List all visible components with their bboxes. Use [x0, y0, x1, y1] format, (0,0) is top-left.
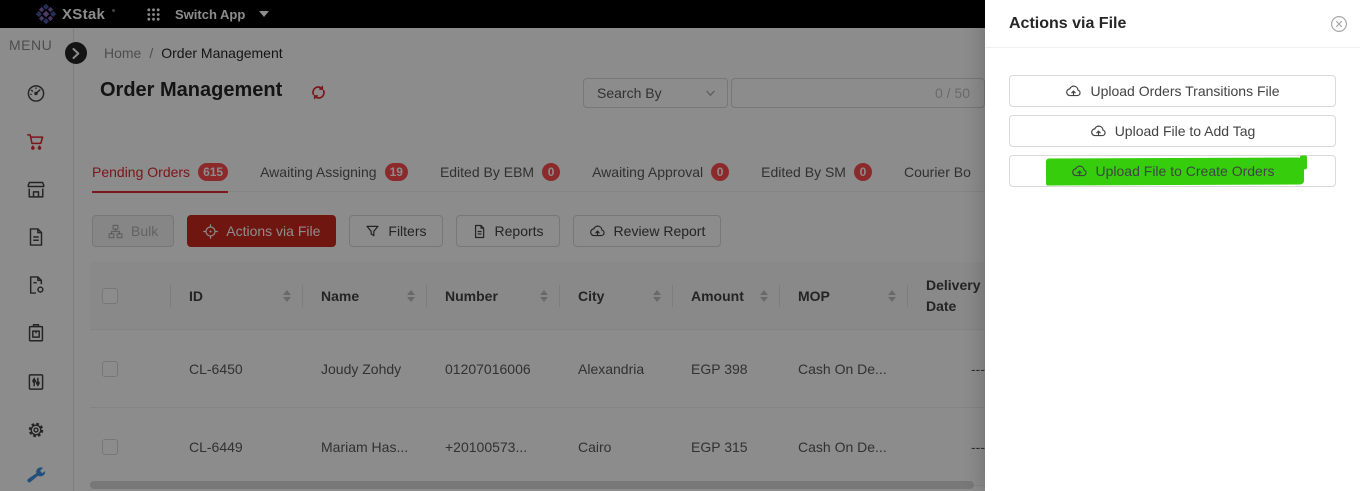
upload-file-to-add-tag-button[interactable]: Upload File to Add Tag: [1009, 115, 1336, 147]
drawer-mask[interactable]: [0, 0, 985, 491]
cloud-upload-icon: [1090, 123, 1107, 140]
button-label: Upload Orders Transitions File: [1090, 83, 1279, 99]
drawer-header: Actions via File: [985, 0, 1360, 48]
actions-via-file-drawer: Actions via File Upload Orders Transitio…: [985, 0, 1360, 491]
close-circle-icon: [1330, 15, 1348, 33]
close-button[interactable]: [1330, 15, 1348, 33]
cloud-upload-icon: [1071, 163, 1088, 180]
button-label: Upload File to Create Orders: [1096, 163, 1275, 179]
drawer-body: Upload Orders Transitions File Upload Fi…: [985, 48, 1360, 187]
button-label: Upload File to Add Tag: [1115, 123, 1256, 139]
drawer-title: Actions via File: [1009, 15, 1330, 33]
cloud-upload-icon: [1065, 83, 1082, 100]
upload-file-to-create-orders-button[interactable]: Upload File to Create Orders: [1009, 155, 1336, 187]
upload-orders-transitions-file-button[interactable]: Upload Orders Transitions File: [1009, 75, 1336, 107]
